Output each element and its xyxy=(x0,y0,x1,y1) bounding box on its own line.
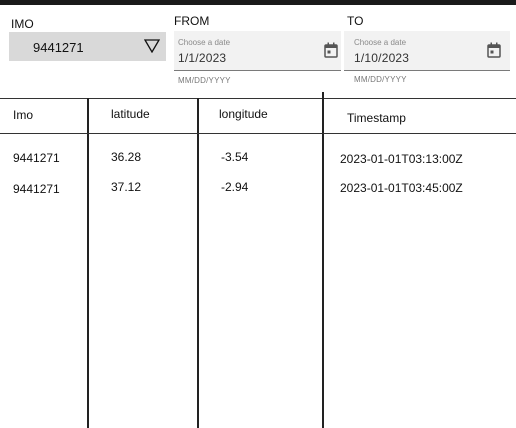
to-date-hint: Choose a date xyxy=(354,38,407,47)
cell-latitude: 37.12 xyxy=(111,180,142,194)
cell-timestamp: 2023-01-01T03:45:00Z xyxy=(340,181,463,195)
calendar-icon[interactable] xyxy=(487,42,501,58)
from-date-hint: Choose a date xyxy=(178,38,231,47)
imo-selected-value: 9441271 xyxy=(33,40,84,55)
data-table xyxy=(0,92,516,428)
column-header-timestamp[interactable]: Timestamp xyxy=(347,111,406,125)
header-bottom-border xyxy=(0,133,516,134)
from-date-field[interactable]: Choose a date 1/1/2023 xyxy=(174,31,341,71)
cell-longitude: -2.94 xyxy=(221,180,249,194)
to-date-field[interactable]: Choose a date 1/10/2023 xyxy=(344,31,510,71)
cell-imo: 9441271 xyxy=(13,182,60,196)
top-bar xyxy=(0,0,516,5)
triangle-down-icon[interactable] xyxy=(144,39,160,53)
column-divider xyxy=(197,98,199,428)
to-date-helper: MM/DD/YYYY xyxy=(354,75,407,84)
cell-latitude: 36.28 xyxy=(111,150,142,164)
column-header-longitude[interactable]: longitude xyxy=(219,107,268,121)
column-header-latitude[interactable]: latitude xyxy=(111,107,150,121)
from-label: FROM xyxy=(174,14,210,28)
column-divider xyxy=(322,92,324,428)
table-top-border xyxy=(0,98,516,99)
cell-timestamp: 2023-01-01T03:13:00Z xyxy=(340,152,463,166)
cell-longitude: -3.54 xyxy=(221,150,249,164)
from-date-value: 1/1/2023 xyxy=(178,51,227,65)
column-header-imo[interactable]: Imo xyxy=(13,108,33,122)
column-divider xyxy=(87,98,89,428)
to-date-value: 1/10/2023 xyxy=(354,51,410,65)
imo-select[interactable]: 9441271 xyxy=(9,32,166,61)
to-label: TO xyxy=(347,14,364,28)
imo-label: IMO xyxy=(11,17,34,31)
cell-imo: 9441271 xyxy=(13,151,60,165)
calendar-icon[interactable] xyxy=(324,42,338,58)
from-date-helper: MM/DD/YYYY xyxy=(178,76,231,85)
